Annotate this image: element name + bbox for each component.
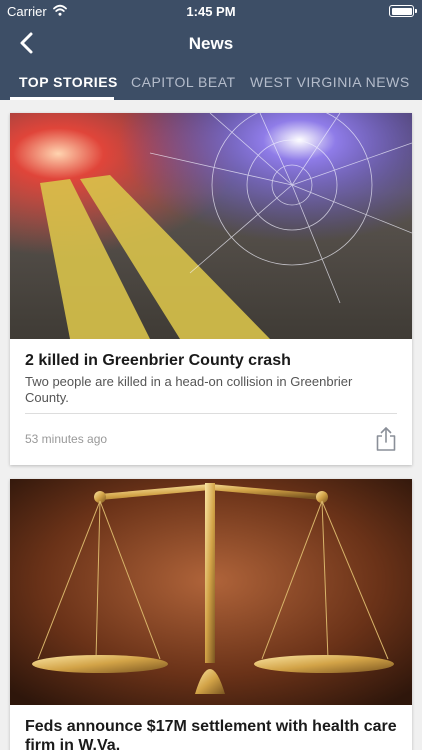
card-divider — [25, 413, 397, 414]
share-icon[interactable] — [374, 426, 398, 452]
page-title: News — [188, 34, 234, 53]
battery-icon — [389, 5, 417, 17]
article-title[interactable]: Feds announce $17M settlement with healt… — [25, 717, 397, 750]
tab-capitol-beat[interactable]: CAPITOL BEAT — [131, 74, 236, 90]
article-image[interactable] — [10, 479, 412, 705]
article-summary: Two people are killed in a head-on colli… — [25, 374, 353, 405]
tab-bar: TOP STORIES CAPITOL BEAT WEST VIRGINIA N… — [0, 68, 422, 100]
article-image[interactable] — [10, 113, 412, 339]
status-bar: Carrier 1:45 PM — [0, 0, 422, 22]
tab-indicator — [10, 97, 114, 100]
article-timestamp: 53 minutes ago — [25, 432, 108, 446]
tab-west-virginia-news[interactable]: WEST VIRGINIA NEWS — [250, 74, 410, 90]
article-title[interactable]: 2 killed in Greenbrier County crash — [25, 351, 397, 370]
article-card[interactable]: Feds announce $17M settlement with healt… — [10, 479, 412, 750]
app-header: Carrier 1:45 PM News TOP STORIES CAPITOL… — [0, 0, 422, 100]
tab-top-stories[interactable]: TOP STORIES — [19, 74, 118, 90]
status-time: 1:45 PM — [186, 4, 236, 19]
article-card[interactable]: 2 killed in Greenbrier County crash Two … — [10, 113, 412, 465]
